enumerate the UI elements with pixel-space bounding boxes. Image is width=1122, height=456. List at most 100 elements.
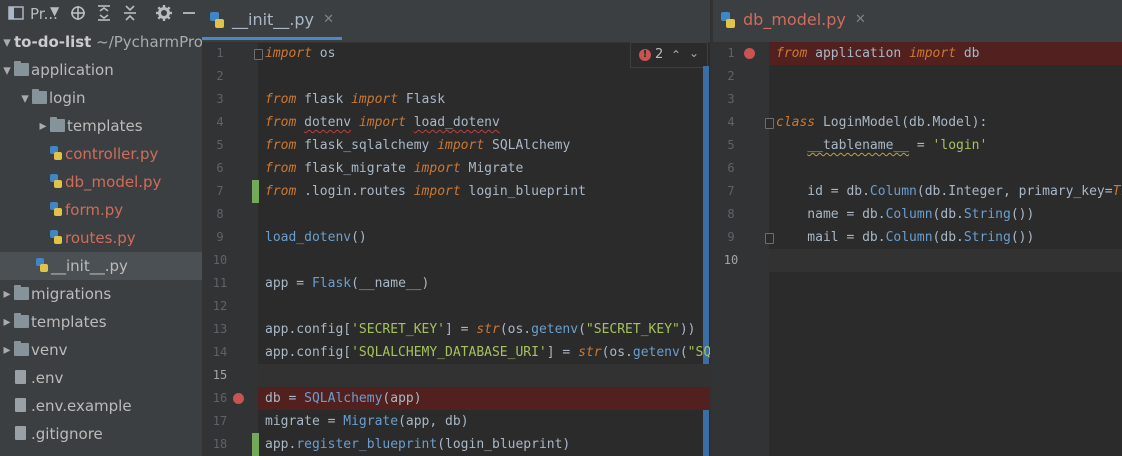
line-number: 3 [727, 92, 735, 106]
chevron-down-icon[interactable]: ▾ [1, 56, 13, 84]
line-number: 9 [216, 230, 224, 244]
error-count: 2 [655, 47, 664, 62]
code-line[interactable]: from application import db [776, 42, 980, 65]
tree-item-templates[interactable]: ▸ templates [0, 308, 202, 336]
tree-item-venv[interactable]: ▸ venv [0, 336, 202, 364]
file-icon [15, 426, 26, 440]
tab-init-py[interactable]: __init__.py ✕ [202, 0, 343, 40]
tree-item-routes-py[interactable]: routes.py [0, 224, 202, 252]
chevron-down-icon[interactable]: ▾ [1, 28, 13, 56]
breakpoint-icon[interactable] [233, 393, 244, 404]
tree-item-application[interactable]: ▾ application [0, 56, 202, 84]
tree-item-label: __init__.py [51, 257, 128, 275]
tree-item-templates[interactable]: ▸ templates [0, 112, 202, 140]
code-line[interactable]: load_dotenv() [265, 226, 367, 249]
chevron-right-icon[interactable]: ▸ [1, 308, 13, 336]
code-line[interactable]: __tablename__ = 'login' [776, 134, 987, 157]
breakpoint-icon[interactable] [744, 48, 755, 59]
tree-item-label: routes.py [65, 229, 136, 247]
code-line[interactable]: from flask_migrate import Migrate [265, 157, 523, 180]
chevron-up-icon[interactable]: ⌃ [671, 43, 681, 67]
gear-icon[interactable] [156, 5, 172, 25]
tree-item-env-example[interactable]: .env.example [0, 392, 202, 420]
code-line[interactable]: id = db.Column(db.Integer, primary_key=T… [776, 180, 1122, 203]
vcs-change-marker[interactable] [252, 433, 259, 456]
tab-label: __init__.py [232, 10, 315, 29]
line-number: 10 [723, 253, 739, 267]
tree-item-controller-py[interactable]: controller.py [0, 140, 202, 168]
line-number: 18 [212, 437, 228, 451]
line-number: 17 [212, 414, 228, 428]
chevron-down-icon[interactable]: ▾ [19, 84, 31, 112]
code-line[interactable]: migrate = Migrate(app, db) [265, 410, 469, 433]
tree-item-form-py[interactable]: form.py [0, 196, 202, 224]
tree-item-gitignore[interactable]: .gitignore [0, 420, 202, 448]
tree-item-label: templates [67, 117, 143, 135]
fold-marker-icon[interactable] [254, 49, 263, 60]
tree-item-login[interactable]: ▾ login [0, 84, 202, 112]
file-icon [15, 398, 26, 412]
editor-tabbar-left: __init__.py ✕ [202, 0, 710, 43]
code-line[interactable]: name = db.Column(db.String()) [776, 203, 1034, 226]
line-number: 7 [727, 184, 735, 198]
line-number: 4 [727, 115, 735, 129]
tree-item-db-model-py[interactable]: db_model.py [0, 168, 202, 196]
collapse-all-icon[interactable] [123, 5, 137, 25]
chevron-right-icon[interactable]: ▸ [37, 112, 49, 140]
code-line[interactable]: class LoginModel(db.Model): [776, 111, 987, 134]
tree-item-to-do-list[interactable]: ▾to-do-list ~/PycharmProject [0, 28, 202, 56]
minimize-icon[interactable] [182, 5, 196, 25]
code-line[interactable]: db = SQLAlchemy(app) [265, 387, 422, 410]
project-panel: Pr... ▼ ▾to-do-list ~/PycharmProject▾app… [0, 0, 202, 456]
python-file-icon [36, 258, 48, 272]
line-number: 2 [727, 69, 735, 83]
line-number: 3 [216, 92, 224, 106]
chevron-right-icon[interactable]: ▸ [1, 336, 13, 364]
line-number: 5 [727, 138, 735, 152]
python-file-icon [50, 202, 62, 216]
code-line[interactable]: from dotenv import load_dotenv [265, 111, 500, 134]
chevron-right-icon[interactable]: ▸ [1, 280, 13, 308]
line-number: 2 [216, 69, 224, 83]
locate-icon[interactable] [70, 5, 86, 25]
tree-item-migrations[interactable]: ▸ migrations [0, 280, 202, 308]
inspection-widget[interactable]: ! 2 ⌃ ⌄ [630, 42, 708, 68]
tree-item-label: controller.py [65, 145, 159, 163]
tab-db-model-py[interactable]: db_model.py ✕ [713, 0, 874, 40]
fold-marker-icon[interactable] [765, 118, 774, 129]
code-line[interactable]: from flask import Flask [265, 88, 445, 111]
python-file-icon [210, 12, 224, 28]
fold-marker-icon[interactable] [765, 233, 774, 244]
line-number: 11 [212, 276, 228, 290]
line-number: 8 [216, 207, 224, 221]
tree-item-env[interactable]: .env [0, 364, 202, 392]
code-line[interactable]: app.register_blueprint(login_blueprint) [265, 433, 570, 456]
folder-icon [14, 285, 29, 300]
chevron-down-icon[interactable]: ⌄ [689, 41, 699, 65]
tree-item-init-py[interactable]: __init__.py [0, 252, 202, 280]
code-line[interactable]: import os [265, 42, 335, 65]
expand-all-icon[interactable] [97, 5, 111, 25]
code-line[interactable]: from .login.routes import login_blueprin… [265, 180, 586, 203]
line-number: 1 [727, 46, 735, 60]
close-icon[interactable]: ✕ [855, 0, 866, 40]
python-file-icon [50, 146, 62, 160]
python-file-icon [50, 230, 62, 244]
project-view-icon[interactable] [8, 6, 24, 24]
code-line[interactable]: app.config['SECRET_KEY'] = str(os.getenv… [265, 318, 696, 341]
vcs-change-marker[interactable] [252, 180, 259, 203]
close-icon[interactable]: ✕ [323, 0, 334, 40]
line-number: 6 [216, 161, 224, 175]
code-line[interactable]: app.config['SQLALCHEMY_DATABASE_URI'] = … [265, 341, 710, 364]
tree-item-label: .env [31, 369, 64, 387]
tree-item-label: db_model.py [65, 173, 162, 191]
tree-item-label: templates [31, 313, 107, 331]
code-line[interactable]: app = Flask(__name__) [265, 272, 429, 295]
code-line[interactable]: mail = db.Column(db.String()) [776, 226, 1034, 249]
line-number: 13 [212, 322, 228, 336]
line-number: 1 [216, 46, 224, 60]
chevron-down-icon[interactable]: ▼ [50, 4, 59, 18]
folder-icon [14, 313, 29, 328]
code-line[interactable]: from flask_sqlalchemy import SQLAlchemy [265, 134, 570, 157]
line-number: 12 [212, 299, 228, 313]
